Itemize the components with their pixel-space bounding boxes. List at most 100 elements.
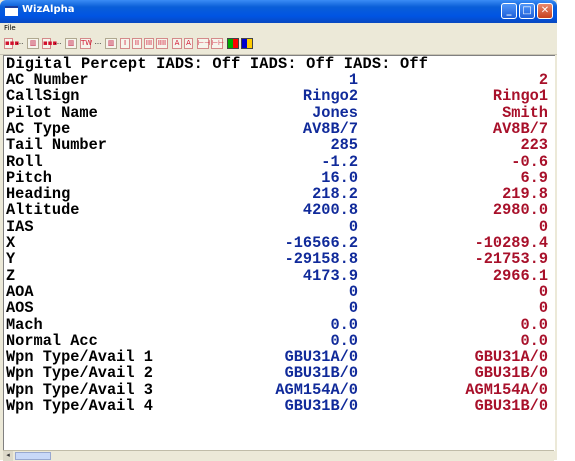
row-label: AOS — [6, 299, 34, 318]
aircraft-2-value: GBU31B/0 — [474, 364, 548, 383]
scroll-thumb[interactable] — [15, 452, 51, 460]
title-bar[interactable]: WizAlpha _ □ ✕ — [0, 0, 557, 23]
table-row: Pilot Name Jones Smith — [4, 105, 555, 121]
aircraft-2-value: 223 — [520, 136, 548, 155]
aircraft-1-value: Jones — [312, 103, 358, 122]
toolbar-button-7[interactable]: ... — [91, 38, 105, 49]
toolbar-button-2[interactable]: ▥ — [27, 38, 39, 49]
aircraft-2-value: 0 — [538, 299, 548, 318]
aircraft-2-value: AV8B/7 — [492, 119, 548, 138]
table-row: Wpn Type/Avail 2 GBU31B/0 GBU31B/0 — [4, 365, 555, 381]
aircraft-1-value: GBU31B/0 — [284, 397, 358, 415]
table-row: Wpn Type/Avail 3 AGM154A/0 AGM154A/0 — [4, 382, 555, 398]
toolbar-button-1[interactable]: ... — [13, 38, 27, 49]
toolbar-button-12[interactable]: IIII — [156, 38, 168, 49]
table-row: CallSign Ringo2 Ringo1 — [4, 88, 555, 104]
aircraft-1-value: 0.0 — [330, 331, 358, 350]
aircraft-1-value: -1.2 — [321, 152, 358, 171]
close-button[interactable]: ✕ — [537, 3, 553, 19]
aircraft-1-value: 4200.8 — [302, 201, 358, 220]
data-panel: Digital Percept IADS: Off IADS: Off IADS… — [3, 55, 555, 451]
toolbar-button-17[interactable] — [227, 38, 239, 49]
toolbar-button-8[interactable]: ▥ — [105, 38, 117, 49]
table-row: Tail Number 285 223 — [4, 137, 555, 153]
toolbar-button-13[interactable]: A — [172, 38, 182, 49]
app-icon — [5, 6, 18, 16]
row-label: Roll — [6, 152, 43, 171]
menu-file[interactable]: File — [4, 24, 16, 32]
toolbar-button-11[interactable]: III — [144, 38, 154, 49]
table-row: Wpn Type/Avail 4 GBU31B/0 GBU31B/0 — [4, 398, 555, 414]
menu-bar: File — [0, 23, 557, 34]
table-row: AC Number 1 2 — [4, 72, 555, 88]
row-label: Altitude — [6, 201, 80, 220]
toolbar-button-10[interactable]: II — [132, 38, 142, 49]
toolbar-button-5[interactable]: ▥ — [65, 38, 77, 49]
toolbar-button-14[interactable]: A — [184, 38, 193, 49]
aircraft-2-value: Ringo1 — [492, 87, 548, 106]
table-row: AOS 0 0 — [4, 300, 555, 316]
app-window: WizAlpha _ □ ✕ File ▪▪▪... ▥ ▪▪▪... ▥ TW... ▥… — [0, 0, 557, 461]
row-label: Wpn Type/Avail 1 — [6, 348, 153, 367]
aircraft-2-value: GBU31A/0 — [474, 348, 548, 367]
toolbar-button-3[interactable]: ▪▪▪ — [42, 38, 57, 49]
row-label: Y — [6, 250, 16, 269]
row-label: AC Number — [6, 71, 89, 89]
table-row: Normal Acc 0.0 0.0 — [4, 333, 555, 349]
table-row: IAS 0 0 — [4, 219, 555, 235]
aircraft-1-value: AGM154A/0 — [275, 380, 358, 399]
aircraft-1-value: 4173.9 — [302, 266, 358, 285]
aircraft-1-value: Ringo2 — [302, 87, 358, 106]
aircraft-2-value: GBU31B/0 — [474, 397, 548, 415]
window-title: WizAlpha — [22, 4, 75, 15]
table-row: Heading 218.2 219.8 — [4, 186, 555, 202]
row-label: Wpn Type/Avail 2 — [6, 364, 153, 383]
aircraft-1-value: GBU31B/0 — [284, 364, 358, 383]
aircraft-2-value: 0.0 — [520, 331, 548, 350]
toolbar-button-6[interactable]: TW — [80, 38, 92, 49]
table-row: Pitch 16.0 6.9 — [4, 170, 555, 186]
row-label: IAS — [6, 217, 34, 236]
row-label: AC Type — [6, 119, 71, 138]
aircraft-2-value: -10289.4 — [474, 234, 548, 252]
table-row: Mach 0.0 0.0 — [4, 317, 555, 333]
row-label: AOA — [6, 282, 34, 301]
header-row: Digital Percept IADS: Off IADS: Off IADS… — [4, 56, 555, 72]
table-row: Altitude 4200.8 2980.0 — [4, 202, 555, 218]
aircraft-2-value: 2 — [538, 71, 548, 89]
aircraft-2-value: 6.9 — [520, 168, 548, 187]
row-label: Wpn Type/Avail 4 — [6, 397, 153, 415]
maximize-button[interactable]: □ — [519, 3, 535, 19]
aircraft-1-value: -29158.8 — [284, 250, 358, 269]
aircraft-2-value: 219.8 — [502, 185, 548, 204]
toolbar-button-9[interactable]: I — [120, 38, 130, 49]
toolbar-button-0[interactable]: ▪▪▪ — [4, 38, 19, 49]
iads-status-1: IADS: Off — [156, 55, 241, 73]
minimize-button[interactable]: _ — [501, 3, 517, 19]
aircraft-2-value: 0 — [538, 282, 548, 301]
toolbar-button-15[interactable]: ⊢⊣ — [197, 38, 210, 49]
aircraft-1-value: -16566.2 — [284, 234, 358, 252]
aircraft-2-value: Smith — [502, 103, 548, 122]
aircraft-2-value: 0 — [538, 217, 548, 236]
horizontal-scrollbar[interactable]: ◂ — [3, 450, 554, 461]
row-label: Tail Number — [6, 136, 107, 155]
aircraft-1-value: 0.0 — [330, 315, 358, 334]
table-row: Roll -1.2 -0.6 — [4, 154, 555, 170]
aircraft-1-value: 1 — [348, 71, 358, 89]
toolbar-button-16[interactable]: ⊢⊢ — [211, 38, 224, 49]
table-row: AOA 0 0 — [4, 284, 555, 300]
row-label: Z — [6, 266, 16, 285]
toolbar-button-18[interactable] — [241, 38, 253, 49]
iads-status-2: IADS: Off — [249, 55, 335, 73]
row-label: Pilot Name — [6, 103, 98, 122]
table-row: Y -29158.8 -21753.9 — [4, 251, 555, 267]
row-label: Mach — [6, 315, 43, 334]
aircraft-2-value: AGM154A/0 — [465, 380, 548, 399]
toolbar-button-4[interactable]: ... — [51, 38, 65, 49]
aircraft-1-value: 0 — [348, 217, 358, 236]
row-label: Wpn Type/Avail 3 — [6, 380, 153, 399]
row-label: CallSign — [6, 87, 80, 106]
row-label: Heading — [6, 185, 71, 204]
row-label: X — [6, 234, 16, 252]
